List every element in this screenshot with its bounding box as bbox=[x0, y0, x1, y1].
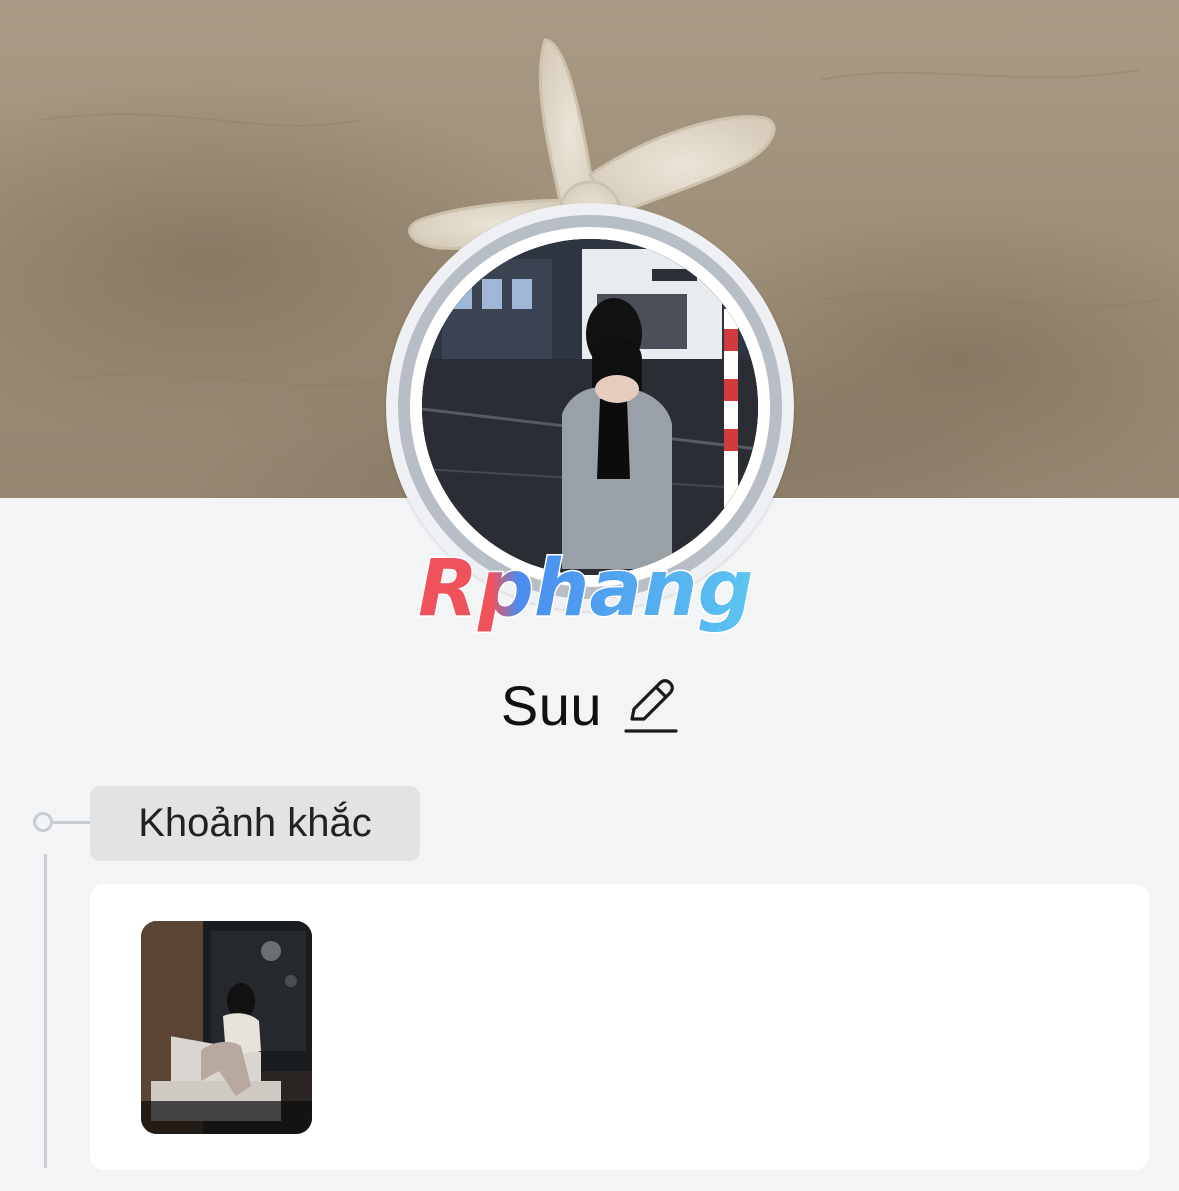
moments-section-label: Khoảnh khắc bbox=[90, 786, 420, 861]
profile-name-row: Suu bbox=[0, 665, 1179, 745]
watermark-logo: Rphang bbox=[417, 545, 755, 636]
timeline-connector bbox=[53, 821, 90, 824]
timeline-line bbox=[44, 854, 47, 1168]
profile-name: Suu bbox=[500, 673, 603, 737]
avatar[interactable] bbox=[422, 239, 758, 575]
watermark-text: Rphang bbox=[418, 545, 753, 634]
timeline-dot bbox=[33, 812, 53, 832]
moment-photo-icon bbox=[141, 921, 312, 1134]
profile-photo-icon bbox=[422, 239, 758, 575]
moment-item[interactable] bbox=[141, 921, 312, 1134]
pencil-icon[interactable] bbox=[624, 675, 678, 735]
